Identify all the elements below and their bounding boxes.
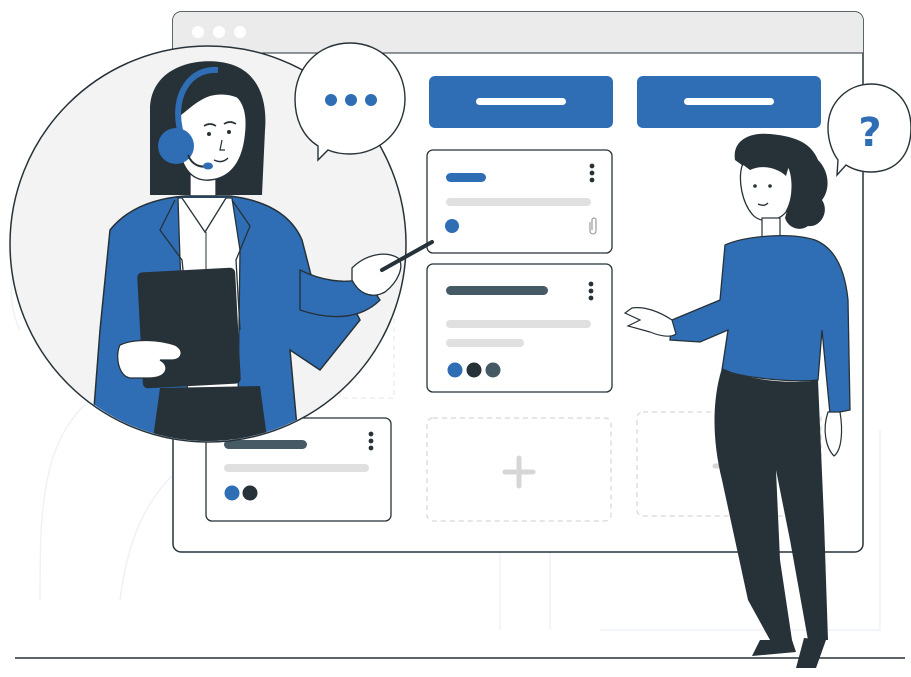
window-dots-icon bbox=[192, 26, 246, 38]
kebab-menu-icon bbox=[588, 281, 594, 301]
illustration-scene bbox=[9, 11, 911, 668]
task-card-2 bbox=[426, 263, 613, 393]
speech-bubble-question bbox=[827, 83, 911, 177]
ellipsis-icon bbox=[325, 94, 377, 106]
kebab-menu-icon bbox=[368, 431, 374, 451]
column-header-2 bbox=[637, 76, 821, 128]
task-card-1 bbox=[426, 149, 613, 254]
kebab-menu-icon bbox=[589, 163, 595, 183]
column-header-1 bbox=[429, 76, 613, 128]
